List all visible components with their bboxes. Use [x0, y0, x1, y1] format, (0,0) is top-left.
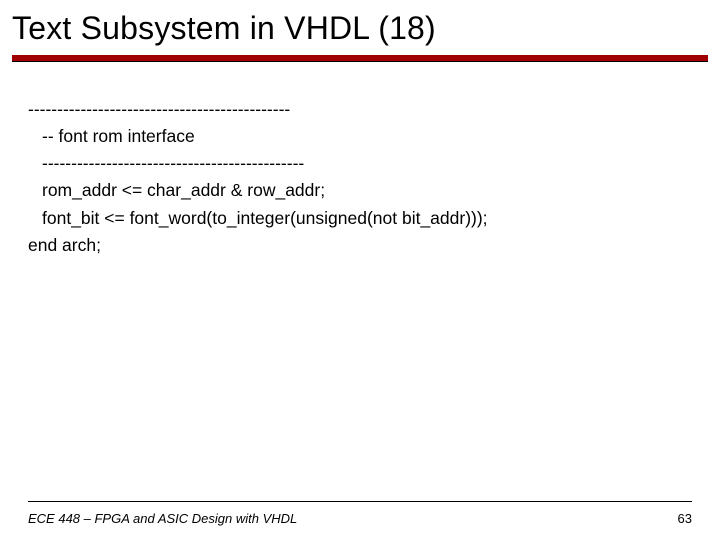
title-rule — [12, 55, 708, 62]
code-line-3: end arch; — [28, 232, 720, 259]
slide: Text Subsystem in VHDL (18) ------------… — [0, 0, 720, 540]
code-separator-1: ----------------------------------------… — [28, 96, 720, 123]
footer-rule — [28, 501, 692, 502]
code-comment: -- font rom interface — [28, 123, 720, 150]
code-line-2: font_bit <= font_word(to_integer(unsigne… — [28, 205, 720, 232]
code-line-1: rom_addr <= char_addr & row_addr; — [28, 177, 720, 204]
code-separator-2: ----------------------------------------… — [28, 150, 720, 177]
slide-title: Text Subsystem in VHDL (18) — [0, 0, 720, 47]
page-number: 63 — [678, 511, 692, 526]
footer-text: ECE 448 – FPGA and ASIC Design with VHDL — [28, 511, 297, 526]
slide-body: ----------------------------------------… — [0, 62, 720, 259]
